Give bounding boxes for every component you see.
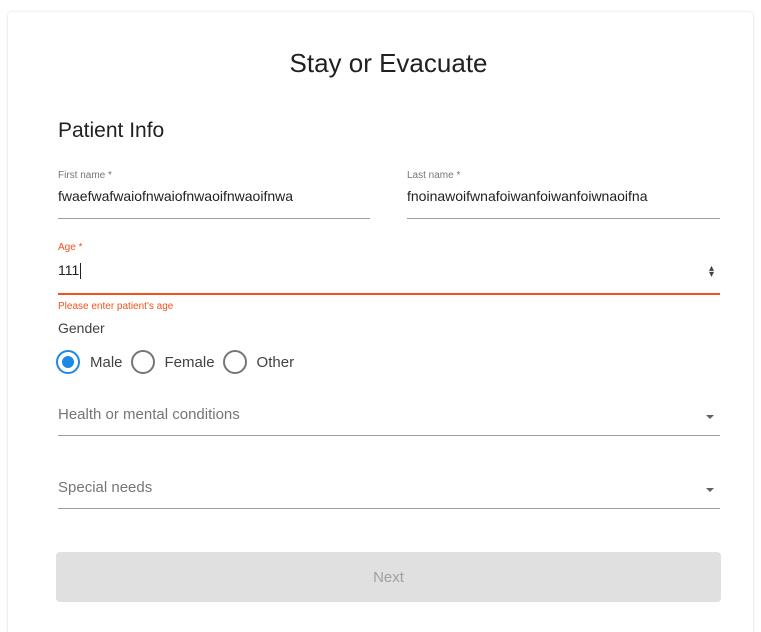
spinner-down-icon[interactable]: ▾ [709, 270, 714, 280]
gender-radio-male[interactable]: Male [56, 350, 123, 374]
gender-label: Gender [58, 320, 105, 336]
gender-radio-other[interactable]: Other [222, 350, 295, 374]
first-name-label: First name * [58, 170, 112, 181]
age-label: Age * [58, 242, 83, 253]
gender-option-label: Other [256, 353, 295, 371]
age-error-message: Please enter patient's age [58, 301, 174, 312]
radio-checked-icon[interactable] [56, 350, 80, 374]
page-title: Stay or Evacuate [289, 48, 488, 78]
dropdown-arrow-icon[interactable] [706, 415, 714, 419]
special-needs-underline [58, 508, 720, 509]
age-underline [58, 293, 720, 295]
radio-dot [62, 356, 74, 368]
last-name-input[interactable]: fnoinawoifwnafoiwanfoiwanfoiwnaoifna [407, 187, 720, 205]
special-needs-placeholder: Special needs [58, 479, 153, 496]
age-field[interactable]: Age * 111 ▴ ▾ [58, 242, 720, 296]
last-name-field[interactable]: Last name * fnoinawoifwnafoiwanfoiwanfoi… [407, 170, 720, 220]
gender-radio-group: Male Female Other [56, 350, 302, 374]
text-cursor [80, 263, 82, 279]
gender-radio-female[interactable]: Female [130, 350, 215, 374]
last-name-underline [407, 218, 720, 219]
dropdown-arrow-icon[interactable] [706, 488, 714, 492]
health-conditions-select[interactable]: Health or mental conditions [58, 406, 720, 436]
form-card [8, 12, 753, 632]
radio-unchecked-icon[interactable] [130, 350, 155, 374]
age-input[interactable]: 111 [58, 262, 79, 278]
gender-option-label: Female [164, 353, 215, 371]
first-name-underline [58, 218, 370, 219]
age-input-wrap[interactable]: 111 [58, 261, 720, 279]
first-name-field[interactable]: First name * fwaefwafwaiofnwaiofnwaoifnw… [58, 170, 370, 220]
special-needs-select[interactable]: Special needs [58, 479, 720, 509]
health-conditions-placeholder: Health or mental conditions [58, 406, 240, 423]
section-title: Patient Info [58, 119, 165, 142]
updown-spinner-icon[interactable]: ▴ ▾ [709, 264, 714, 280]
health-conditions-underline [58, 435, 720, 436]
next-button[interactable]: Next [56, 552, 721, 602]
radio-unchecked-icon[interactable] [222, 350, 247, 374]
gender-option-label: Male [90, 353, 123, 371]
first-name-input[interactable]: fwaefwafwaiofnwaiofnwaoifnwaoifnwa [58, 187, 370, 205]
last-name-label: Last name * [407, 170, 461, 181]
